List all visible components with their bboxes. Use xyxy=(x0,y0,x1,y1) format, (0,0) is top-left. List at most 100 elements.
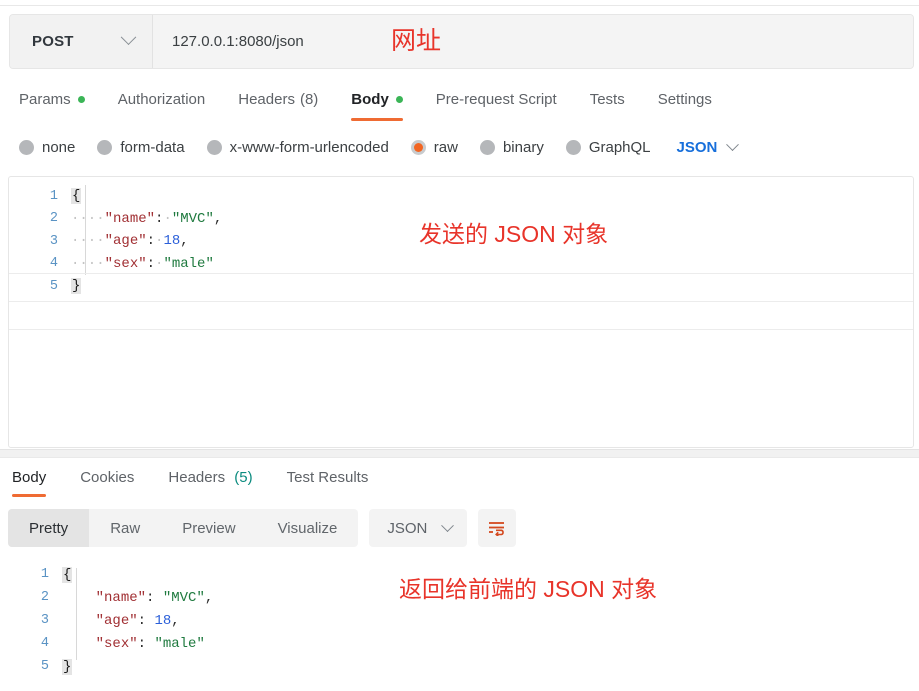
body-type-graphql[interactable]: GraphQL xyxy=(565,139,651,156)
radio-selected-icon xyxy=(410,139,426,155)
url-input[interactable]: 127.0.0.1:8080/json xyxy=(153,15,913,68)
json-comma: , xyxy=(180,233,189,250)
json-string-value: "MVC" xyxy=(162,589,205,606)
json-colon: : xyxy=(146,589,163,606)
fold-line xyxy=(9,273,913,274)
view-mode-visualize-label: Visualize xyxy=(277,519,338,537)
response-tab-test-results[interactable]: Test Results xyxy=(283,469,373,489)
response-format-selector[interactable]: JSON xyxy=(369,509,468,547)
json-comma: , xyxy=(213,210,223,227)
tab-params[interactable]: Params xyxy=(19,91,85,110)
view-mode-preview[interactable]: Preview xyxy=(161,509,256,547)
line-number: 2 xyxy=(49,211,58,227)
json-brace-close: } xyxy=(62,658,73,675)
body-type-urlencoded[interactable]: x-www-form-urlencoded xyxy=(206,138,389,156)
json-number-value: 18 xyxy=(154,612,172,629)
tab-authorization[interactable]: Authorization xyxy=(118,91,206,110)
body-type-binary[interactable]: binary xyxy=(479,139,544,156)
body-type-raw-label: raw xyxy=(433,138,458,156)
indent-dots: ···· xyxy=(71,233,105,250)
response-tab-body-label: Body xyxy=(12,469,47,486)
body-type-selector: none form-data x-www-form-urlencoded raw… xyxy=(0,130,919,164)
http-method-label: POST xyxy=(32,33,74,50)
annotation-url: 网址 xyxy=(391,27,442,55)
line-number: 4 xyxy=(40,636,49,651)
request-url-bar: POST 127.0.0.1:8080/json xyxy=(9,14,914,69)
json-colon: : xyxy=(137,635,155,652)
tab-tests[interactable]: Tests xyxy=(590,91,625,110)
tab-params-label: Params xyxy=(19,90,71,108)
json-brace-open: { xyxy=(71,188,82,205)
json-key: "age" xyxy=(95,612,138,629)
view-mode-raw-label: Raw xyxy=(110,519,141,537)
tab-body[interactable]: Body xyxy=(351,90,403,121)
response-tab-cookies[interactable]: Cookies xyxy=(76,469,138,489)
body-type-raw[interactable]: raw xyxy=(410,138,458,156)
view-mode-preview-label: Preview xyxy=(182,519,236,537)
json-string-value: "MVC" xyxy=(171,210,214,227)
word-wrap-button[interactable] xyxy=(478,509,517,547)
postman-window: POST 127.0.0.1:8080/json 网址 Params Autho… xyxy=(0,0,919,691)
line-number: 5 xyxy=(40,659,49,674)
radio-icon xyxy=(19,139,34,155)
tab-pre-request-script[interactable]: Pre-request Script xyxy=(436,91,557,110)
request-tab-bar: Params Authorization Headers (8) Body Pr… xyxy=(0,82,919,121)
tab-headers[interactable]: Headers (8) xyxy=(238,91,318,110)
tab-settings[interactable]: Settings xyxy=(658,91,712,110)
view-mode-pretty[interactable]: Pretty xyxy=(8,509,90,547)
word-wrap-icon xyxy=(489,522,505,536)
json-colon: : xyxy=(137,612,155,629)
json-comma: , xyxy=(204,589,214,606)
indent-dots: ···· xyxy=(71,210,105,227)
line-number: 3 xyxy=(40,613,49,628)
http-method-selector[interactable]: POST xyxy=(10,15,153,68)
active-tab-underline xyxy=(12,494,47,497)
code-line: 4 ····"sex":·"male" xyxy=(9,253,913,276)
json-string-value: "male" xyxy=(154,635,205,652)
line-number: 1 xyxy=(40,567,49,582)
json-comma: , xyxy=(171,612,180,629)
json-number-value: 18 xyxy=(163,233,181,250)
body-type-none[interactable]: none xyxy=(19,139,75,156)
view-mode-raw[interactable]: Raw xyxy=(89,509,161,547)
body-type-form-data-label: form-data xyxy=(120,138,185,156)
radio-icon xyxy=(565,139,581,155)
view-mode-visualize[interactable]: Visualize xyxy=(257,509,359,547)
pane-divider[interactable] xyxy=(0,449,919,458)
response-tab-headers[interactable]: Headers (5) xyxy=(164,469,256,489)
body-type-urlencoded-label: x-www-form-urlencoded xyxy=(229,138,389,156)
active-tab-underline xyxy=(351,117,403,121)
json-brace-open: { xyxy=(62,566,73,583)
url-value: 127.0.0.1:8080/json xyxy=(172,33,304,50)
tab-tests-label: Tests xyxy=(589,90,625,108)
body-type-form-data[interactable]: form-data xyxy=(97,138,185,156)
annotation-request-body: 发送的 JSON 对象 xyxy=(419,221,609,247)
top-divider xyxy=(0,5,919,6)
response-tab-test-results-label: Test Results xyxy=(286,469,369,486)
radio-icon xyxy=(479,139,495,155)
space-dot: · xyxy=(163,210,172,227)
json-key: "name" xyxy=(95,589,147,606)
code-line: 1 { xyxy=(9,185,913,208)
json-string-value: "male" xyxy=(163,255,214,272)
response-view-mode-group: Pretty Raw Preview Visualize xyxy=(8,509,359,547)
tab-settings-label: Settings xyxy=(657,90,712,108)
raw-format-selector[interactable]: JSON xyxy=(676,137,740,156)
view-mode-pretty-label: Pretty xyxy=(29,519,69,537)
tab-body-label: Body xyxy=(351,90,389,108)
response-tab-headers-count: (5) xyxy=(234,469,253,486)
fold-line xyxy=(9,301,913,302)
tab-headers-count: (8) xyxy=(299,90,319,108)
response-tab-headers-label: Headers xyxy=(168,469,226,486)
green-dot-icon xyxy=(77,95,85,103)
json-key: "age" xyxy=(104,233,147,250)
code-line: 4 "sex": "male" xyxy=(0,632,919,655)
response-tab-body[interactable]: Body xyxy=(8,469,50,497)
radio-icon xyxy=(97,139,113,155)
raw-format-label: JSON xyxy=(676,138,718,156)
chevron-down-icon xyxy=(726,137,740,151)
code-line: 3 "age": 18, xyxy=(0,609,919,632)
tab-authorization-label: Authorization xyxy=(117,90,206,108)
fold-line xyxy=(9,329,913,330)
